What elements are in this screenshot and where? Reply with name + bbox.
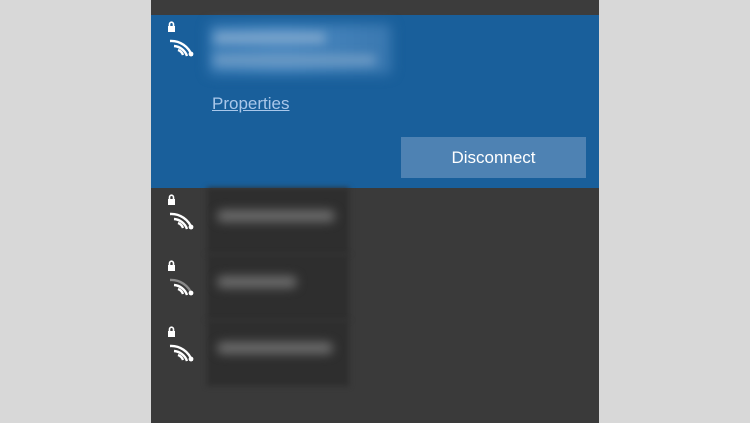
network-list-item[interactable] — [151, 188, 599, 254]
flyout-top-strip — [151, 0, 599, 15]
wifi-flyout: Properties Disconnect — [151, 0, 599, 423]
properties-link[interactable]: Properties — [212, 94, 289, 114]
network-name-redacted-line — [217, 276, 297, 288]
wifi-secured-icon — [165, 194, 199, 230]
connected-network-item[interactable]: Properties Disconnect — [151, 15, 599, 188]
network-name-redacted-line — [215, 33, 325, 43]
network-name-redacted-line — [217, 342, 333, 354]
network-name-redacted-line — [217, 210, 335, 222]
wifi-secured-weak-icon — [165, 260, 199, 296]
network-status-redacted-line — [215, 55, 375, 65]
network-name-redacted — [209, 24, 391, 74]
wifi-secured-icon — [165, 326, 199, 362]
network-list-item[interactable] — [151, 320, 599, 386]
network-list-item[interactable] — [151, 254, 599, 320]
disconnect-button[interactable]: Disconnect — [401, 137, 586, 178]
wifi-secured-icon — [165, 21, 199, 57]
